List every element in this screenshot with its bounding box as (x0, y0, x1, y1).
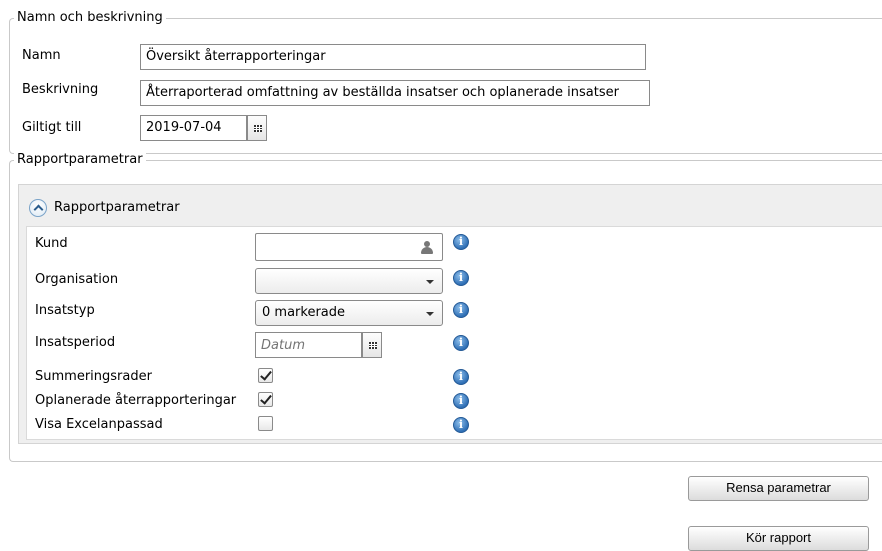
summary-rows-label: Summeringsrader (35, 369, 152, 384)
clear-parameters-button[interactable]: Rensa parametrar (688, 476, 869, 501)
service-period-input[interactable] (255, 332, 362, 358)
calendar-icon (254, 125, 262, 132)
customer-label: Kund (35, 236, 68, 251)
service-period-calendar-button[interactable] (362, 332, 382, 358)
valid-until-label: Giltigt till (22, 120, 82, 135)
valid-until-calendar-button[interactable] (247, 115, 267, 141)
run-report-button[interactable]: Kör rapport (688, 526, 869, 551)
collapse-button[interactable] (29, 199, 47, 217)
unplanned-label: Oplanerade återrapporteringar (35, 393, 237, 408)
service-type-select[interactable]: 0 markerade (255, 300, 443, 326)
name-input[interactable]: Översikt återrapporteringar (140, 44, 646, 70)
service-type-label: Insatstyp (35, 303, 95, 318)
unplanned-info-icon[interactable]: i (453, 393, 469, 409)
caret-down-icon (426, 280, 434, 284)
params-panel-title: Rapportparametrar (54, 200, 180, 215)
calendar-icon (369, 342, 377, 349)
user-icon[interactable] (420, 241, 434, 255)
name-label: Namn (22, 48, 61, 63)
summary-rows-info-icon[interactable]: i (453, 369, 469, 385)
details-legend: Namn och beskrivning (14, 10, 166, 25)
customer-info-icon[interactable]: i (453, 234, 469, 250)
service-period-label: Insatsperiod (35, 335, 116, 350)
valid-until-input[interactable]: 2019-07-04 (140, 115, 247, 141)
service-period-info-icon[interactable]: i (453, 335, 469, 351)
params-legend: Rapportparametrar (14, 152, 146, 167)
description-input[interactable]: Återraporterad omfattning av beställda i… (140, 80, 650, 106)
caret-down-icon (426, 312, 434, 316)
excel-info-icon[interactable]: i (453, 417, 469, 433)
service-type-info-icon[interactable]: i (453, 302, 469, 318)
unplanned-checkbox[interactable] (258, 392, 273, 407)
service-type-value: 0 markerade (262, 305, 346, 320)
excel-checkbox[interactable] (258, 416, 273, 431)
customer-input[interactable] (255, 233, 443, 261)
summary-rows-checkbox[interactable] (258, 368, 273, 383)
description-label: Beskrivning (22, 82, 99, 97)
organisation-label: Organisation (35, 272, 119, 287)
chevron-up-icon (33, 204, 44, 215)
excel-label: Visa Excelanpassad (35, 417, 163, 432)
organisation-select[interactable] (255, 268, 443, 294)
organisation-info-icon[interactable]: i (453, 270, 469, 286)
